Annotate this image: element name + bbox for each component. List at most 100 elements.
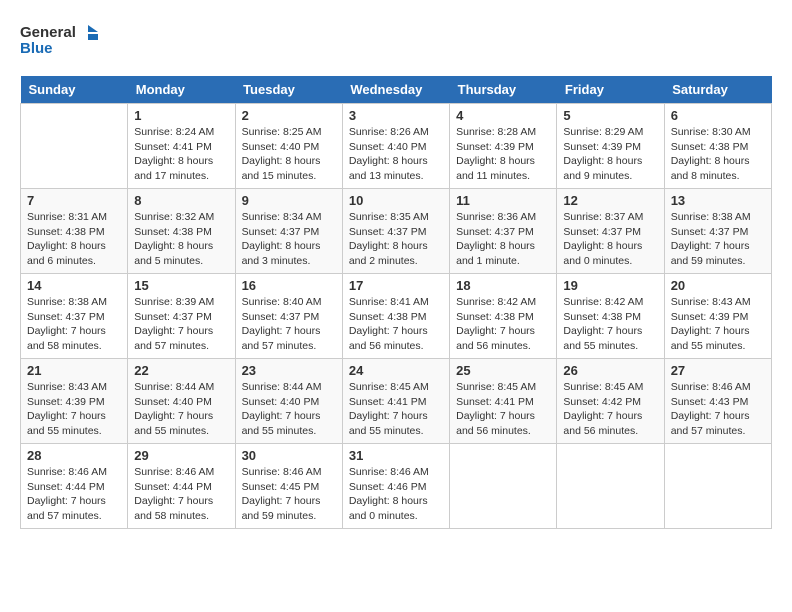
day-number: 30	[242, 448, 336, 463]
day-info: Sunrise: 8:43 AM Sunset: 4:39 PM Dayligh…	[671, 295, 765, 354]
day-number: 5	[563, 108, 657, 123]
day-cell: 4 Sunrise: 8:28 AM Sunset: 4:39 PM Daylig…	[450, 104, 557, 189]
day-info: Sunrise: 8:42 AM Sunset: 4:38 PM Dayligh…	[563, 295, 657, 354]
day-number: 1	[134, 108, 228, 123]
day-cell: 29 Sunrise: 8:46 AM Sunset: 4:44 PM Dayli…	[128, 444, 235, 529]
day-info: Sunrise: 8:45 AM Sunset: 4:41 PM Dayligh…	[349, 380, 443, 439]
day-cell: 9 Sunrise: 8:34 AM Sunset: 4:37 PM Daylig…	[235, 189, 342, 274]
col-header-monday: Monday	[128, 76, 235, 104]
day-cell: 13 Sunrise: 8:38 AM Sunset: 4:37 PM Dayli…	[664, 189, 771, 274]
day-info: Sunrise: 8:34 AM Sunset: 4:37 PM Dayligh…	[242, 210, 336, 269]
day-info: Sunrise: 8:38 AM Sunset: 4:37 PM Dayligh…	[671, 210, 765, 269]
day-cell: 2 Sunrise: 8:25 AM Sunset: 4:40 PM Daylig…	[235, 104, 342, 189]
day-info: Sunrise: 8:38 AM Sunset: 4:37 PM Dayligh…	[27, 295, 121, 354]
day-number: 16	[242, 278, 336, 293]
col-header-thursday: Thursday	[450, 76, 557, 104]
day-cell	[664, 444, 771, 529]
day-cell: 1 Sunrise: 8:24 AM Sunset: 4:41 PM Daylig…	[128, 104, 235, 189]
day-info: Sunrise: 8:28 AM Sunset: 4:39 PM Dayligh…	[456, 125, 550, 184]
day-number: 31	[349, 448, 443, 463]
day-number: 18	[456, 278, 550, 293]
week-row-4: 21 Sunrise: 8:43 AM Sunset: 4:39 PM Dayli…	[21, 359, 772, 444]
day-info: Sunrise: 8:25 AM Sunset: 4:40 PM Dayligh…	[242, 125, 336, 184]
day-cell: 22 Sunrise: 8:44 AM Sunset: 4:40 PM Dayli…	[128, 359, 235, 444]
day-cell	[450, 444, 557, 529]
day-number: 11	[456, 193, 550, 208]
day-info: Sunrise: 8:46 AM Sunset: 4:45 PM Dayligh…	[242, 465, 336, 524]
day-info: Sunrise: 8:42 AM Sunset: 4:38 PM Dayligh…	[456, 295, 550, 354]
day-number: 2	[242, 108, 336, 123]
header-row: SundayMondayTuesdayWednesdayThursdayFrid…	[21, 76, 772, 104]
day-cell: 11Sunrise: 8:36 AM Sunset: 4:37 PM Dayli…	[450, 189, 557, 274]
day-number: 4	[456, 108, 550, 123]
day-cell: 17 Sunrise: 8:41 AM Sunset: 4:38 PM Dayli…	[342, 274, 449, 359]
week-row-3: 14 Sunrise: 8:38 AM Sunset: 4:37 PM Dayli…	[21, 274, 772, 359]
day-info: Sunrise: 8:30 AM Sunset: 4:38 PM Dayligh…	[671, 125, 765, 184]
day-number: 26	[563, 363, 657, 378]
day-info: Sunrise: 8:46 AM Sunset: 4:46 PM Dayligh…	[349, 465, 443, 524]
day-cell: 6 Sunrise: 8:30 AM Sunset: 4:38 PM Daylig…	[664, 104, 771, 189]
logo: General Blue	[20, 20, 100, 60]
logo-svg: General Blue	[20, 20, 100, 60]
day-cell: 23 Sunrise: 8:44 AM Sunset: 4:40 PM Dayli…	[235, 359, 342, 444]
day-number: 14	[27, 278, 121, 293]
day-info: Sunrise: 8:46 AM Sunset: 4:44 PM Dayligh…	[27, 465, 121, 524]
day-info: Sunrise: 8:40 AM Sunset: 4:37 PM Dayligh…	[242, 295, 336, 354]
day-number: 6	[671, 108, 765, 123]
day-cell: 19 Sunrise: 8:42 AM Sunset: 4:38 PM Dayli…	[557, 274, 664, 359]
day-info: Sunrise: 8:44 AM Sunset: 4:40 PM Dayligh…	[242, 380, 336, 439]
day-cell: 30 Sunrise: 8:46 AM Sunset: 4:45 PM Dayli…	[235, 444, 342, 529]
day-number: 10	[349, 193, 443, 208]
day-info: Sunrise: 8:37 AM Sunset: 4:37 PM Dayligh…	[563, 210, 657, 269]
day-cell	[557, 444, 664, 529]
day-number: 23	[242, 363, 336, 378]
day-number: 12	[563, 193, 657, 208]
day-cell: 20 Sunrise: 8:43 AM Sunset: 4:39 PM Dayli…	[664, 274, 771, 359]
day-info: Sunrise: 8:29 AM Sunset: 4:39 PM Dayligh…	[563, 125, 657, 184]
day-number: 20	[671, 278, 765, 293]
day-number: 21	[27, 363, 121, 378]
day-number: 3	[349, 108, 443, 123]
day-number: 24	[349, 363, 443, 378]
day-info: Sunrise: 8:41 AM Sunset: 4:38 PM Dayligh…	[349, 295, 443, 354]
day-number: 22	[134, 363, 228, 378]
day-number: 8	[134, 193, 228, 208]
day-info: Sunrise: 8:45 AM Sunset: 4:42 PM Dayligh…	[563, 380, 657, 439]
col-header-wednesday: Wednesday	[342, 76, 449, 104]
day-cell: 28 Sunrise: 8:46 AM Sunset: 4:44 PM Dayli…	[21, 444, 128, 529]
calendar-table: SundayMondayTuesdayWednesdayThursdayFrid…	[20, 76, 772, 529]
day-number: 15	[134, 278, 228, 293]
day-number: 28	[27, 448, 121, 463]
day-cell: 10 Sunrise: 8:35 AM Sunset: 4:37 PM Dayli…	[342, 189, 449, 274]
day-cell: 12 Sunrise: 8:37 AM Sunset: 4:37 PM Dayli…	[557, 189, 664, 274]
day-cell: 25Sunrise: 8:45 AM Sunset: 4:41 PM Dayli…	[450, 359, 557, 444]
day-number: 13	[671, 193, 765, 208]
day-cell: 8 Sunrise: 8:32 AM Sunset: 4:38 PM Daylig…	[128, 189, 235, 274]
col-header-sunday: Sunday	[21, 76, 128, 104]
day-cell: 27Sunrise: 8:46 AM Sunset: 4:43 PM Dayli…	[664, 359, 771, 444]
day-number: 9	[242, 193, 336, 208]
day-info: Sunrise: 8:35 AM Sunset: 4:37 PM Dayligh…	[349, 210, 443, 269]
day-cell: 21 Sunrise: 8:43 AM Sunset: 4:39 PM Dayli…	[21, 359, 128, 444]
day-cell: 14 Sunrise: 8:38 AM Sunset: 4:37 PM Dayli…	[21, 274, 128, 359]
day-info: Sunrise: 8:46 AM Sunset: 4:44 PM Dayligh…	[134, 465, 228, 524]
day-info: Sunrise: 8:44 AM Sunset: 4:40 PM Dayligh…	[134, 380, 228, 439]
day-number: 17	[349, 278, 443, 293]
day-cell: 5 Sunrise: 8:29 AM Sunset: 4:39 PM Daylig…	[557, 104, 664, 189]
day-info: Sunrise: 8:31 AM Sunset: 4:38 PM Dayligh…	[27, 210, 121, 269]
day-number: 19	[563, 278, 657, 293]
week-row-5: 28 Sunrise: 8:46 AM Sunset: 4:44 PM Dayli…	[21, 444, 772, 529]
day-number: 29	[134, 448, 228, 463]
day-cell	[21, 104, 128, 189]
week-row-1: 1 Sunrise: 8:24 AM Sunset: 4:41 PM Daylig…	[21, 104, 772, 189]
day-info: Sunrise: 8:24 AM Sunset: 4:41 PM Dayligh…	[134, 125, 228, 184]
day-info: Sunrise: 8:32 AM Sunset: 4:38 PM Dayligh…	[134, 210, 228, 269]
day-info: Sunrise: 8:39 AM Sunset: 4:37 PM Dayligh…	[134, 295, 228, 354]
page-header: General Blue	[20, 20, 772, 60]
day-info: Sunrise: 8:43 AM Sunset: 4:39 PM Dayligh…	[27, 380, 121, 439]
day-info: Sunrise: 8:26 AM Sunset: 4:40 PM Dayligh…	[349, 125, 443, 184]
col-header-saturday: Saturday	[664, 76, 771, 104]
day-info: Sunrise: 8:45 AM Sunset: 4:41 PM Dayligh…	[456, 380, 550, 439]
day-cell: 18 Sunrise: 8:42 AM Sunset: 4:38 PM Dayli…	[450, 274, 557, 359]
col-header-friday: Friday	[557, 76, 664, 104]
